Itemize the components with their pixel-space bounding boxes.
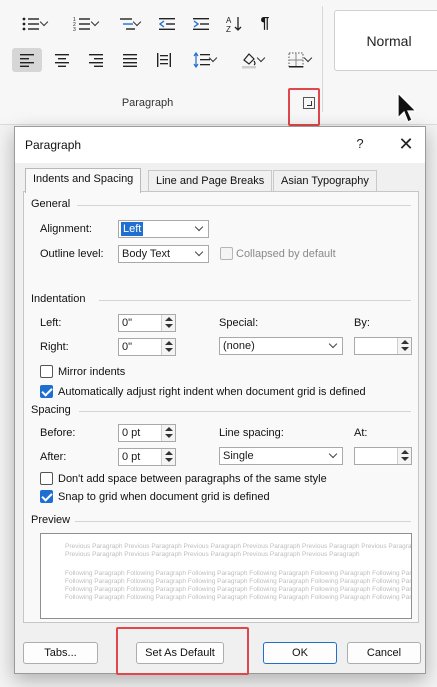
auto-adjust-indent-label: Automatically adjust right indent when d…: [58, 386, 366, 398]
spacing-heading: Spacing: [31, 404, 71, 416]
alignment-select[interactable]: Left: [118, 220, 209, 238]
close-icon[interactable]: ✕: [395, 133, 417, 155]
svg-text:3: 3: [73, 27, 76, 32]
spacing-divider: [79, 411, 411, 412]
chevron-down-icon: [328, 339, 338, 349]
paragraph-dialog: Paragraph ? ✕ Indents and Spacing Line a…: [14, 126, 426, 674]
special-value: (none): [223, 340, 255, 352]
spinner-arrows-icon[interactable]: [161, 339, 175, 355]
by-spinner[interactable]: [354, 337, 412, 355]
bullets-icon[interactable]: [14, 12, 49, 36]
preview-line: Following Paragraph Following Paragraph …: [65, 586, 412, 593]
multilevel-list-icon[interactable]: [110, 12, 146, 36]
ribbon: 123 AZ ¶ Paragraph Normal: [0, 0, 437, 126]
spinner-arrows-icon[interactable]: [397, 338, 411, 354]
chevron-down-icon: [194, 247, 204, 257]
left-indent-label: Left:: [40, 317, 62, 329]
dont-add-space-label: Don't add space between paragraphs of th…: [58, 473, 327, 485]
special-select[interactable]: (none): [219, 337, 343, 355]
after-label: After:: [40, 451, 67, 463]
numbering-icon[interactable]: 123: [62, 12, 102, 36]
dont-add-space-checkbox[interactable]: [40, 472, 53, 485]
center-icon[interactable]: [48, 48, 76, 72]
general-divider: [77, 205, 411, 206]
after-value: 0 pt: [122, 451, 141, 463]
right-indent-spinner[interactable]: 0": [118, 338, 176, 356]
mirror-indents-label: Mirror indents: [58, 366, 126, 378]
after-spinner[interactable]: 0 pt: [118, 448, 176, 466]
chevron-down-icon: [328, 449, 338, 459]
pilcrow-icon[interactable]: ¶: [254, 12, 276, 36]
style-normal[interactable]: Normal: [334, 10, 437, 71]
before-label: Before:: [40, 427, 76, 439]
ok-button[interactable]: OK: [263, 642, 337, 664]
right-indent-label: Right:: [40, 341, 69, 353]
spinner-arrows-icon[interactable]: [161, 425, 175, 441]
line-spacing-icon[interactable]: [184, 48, 220, 72]
decrease-indent-icon[interactable]: [155, 12, 179, 36]
by-label: By:: [354, 317, 370, 329]
at-label: At:: [354, 427, 368, 439]
preview-line: Following Paragraph Following Paragraph …: [65, 594, 412, 601]
cancel-button[interactable]: Cancel: [347, 642, 421, 664]
borders-icon[interactable]: [276, 48, 316, 72]
spinner-arrows-icon[interactable]: [161, 315, 175, 331]
dialog-title: Paragraph: [25, 138, 82, 152]
preview-heading: Preview: [31, 514, 71, 526]
special-label: Special:: [219, 317, 259, 329]
mirror-indents-checkbox[interactable]: [40, 365, 53, 378]
indentation-divider: [99, 300, 411, 301]
preview-line: Following Paragraph Following Paragraph …: [65, 570, 412, 577]
line-spacing-value: Single: [223, 450, 254, 462]
auto-adjust-indent-checkbox[interactable]: [40, 385, 53, 398]
paragraph-preview: Previous Paragraph Previous Paragraph Pr…: [40, 533, 412, 619]
right-indent-value: 0": [122, 341, 133, 353]
tab-asian-typography[interactable]: Asian Typography: [273, 170, 377, 192]
alignment-label: Alignment:: [40, 223, 92, 235]
highlight-set-as-default: [116, 627, 249, 675]
outline-level-select[interactable]: Body Text: [118, 245, 209, 263]
highlight-launcher: [288, 88, 320, 126]
paragraph-group-label: Paragraph: [121, 97, 174, 109]
svg-text:Z: Z: [226, 25, 231, 33]
spinner-arrows-icon[interactable]: [161, 449, 175, 465]
collapsed-by-default-checkbox[interactable]: [220, 247, 233, 260]
align-left-icon[interactable]: [12, 48, 42, 72]
tab-line-and-page-breaks[interactable]: Line and Page Breaks: [148, 170, 273, 192]
increase-indent-icon[interactable]: [189, 12, 213, 36]
tab-indents-and-spacing[interactable]: Indents and Spacing: [25, 168, 142, 193]
outline-level-label: Outline level:: [40, 248, 104, 260]
justify-icon[interactable]: [116, 48, 144, 72]
column-distribute-icon[interactable]: [150, 48, 178, 72]
preview-line: Previous Paragraph Previous Paragraph Pr…: [65, 543, 412, 550]
group-separator: [322, 6, 323, 112]
left-indent-value: 0": [122, 317, 133, 329]
collapsed-by-default-label: Collapsed by default: [236, 248, 336, 260]
preview-line: Following Paragraph Following Paragraph …: [65, 578, 412, 585]
alignment-value: Left: [119, 221, 145, 237]
preview-line: Previous Paragraph Previous Paragraph Pr…: [65, 551, 360, 558]
line-spacing-select[interactable]: Single: [219, 447, 343, 465]
snap-to-grid-label: Snap to grid when document grid is defin…: [58, 491, 270, 503]
shading-icon[interactable]: [230, 48, 268, 72]
before-value: 0 pt: [122, 427, 141, 439]
dialog-titlebar: Paragraph ? ✕: [15, 127, 425, 163]
line-spacing-label: Line spacing:: [219, 427, 284, 439]
help-button[interactable]: ?: [353, 136, 367, 151]
before-spinner[interactable]: 0 pt: [118, 424, 176, 442]
mouse-cursor-icon: [397, 92, 418, 123]
chevron-down-icon: [194, 222, 204, 232]
sort-icon[interactable]: AZ: [222, 12, 246, 36]
left-indent-spinner[interactable]: 0": [118, 314, 176, 332]
snap-to-grid-checkbox[interactable]: [40, 490, 53, 503]
at-spinner[interactable]: [354, 447, 412, 465]
outline-level-value: Body Text: [122, 248, 171, 260]
svg-text:A: A: [226, 16, 232, 25]
general-heading: General: [31, 198, 71, 210]
preview-divider: [75, 521, 411, 522]
align-right-icon[interactable]: [82, 48, 110, 72]
tabs-button[interactable]: Tabs...: [23, 642, 98, 664]
spinner-arrows-icon[interactable]: [397, 448, 411, 464]
indentation-heading: Indentation: [31, 293, 86, 305]
